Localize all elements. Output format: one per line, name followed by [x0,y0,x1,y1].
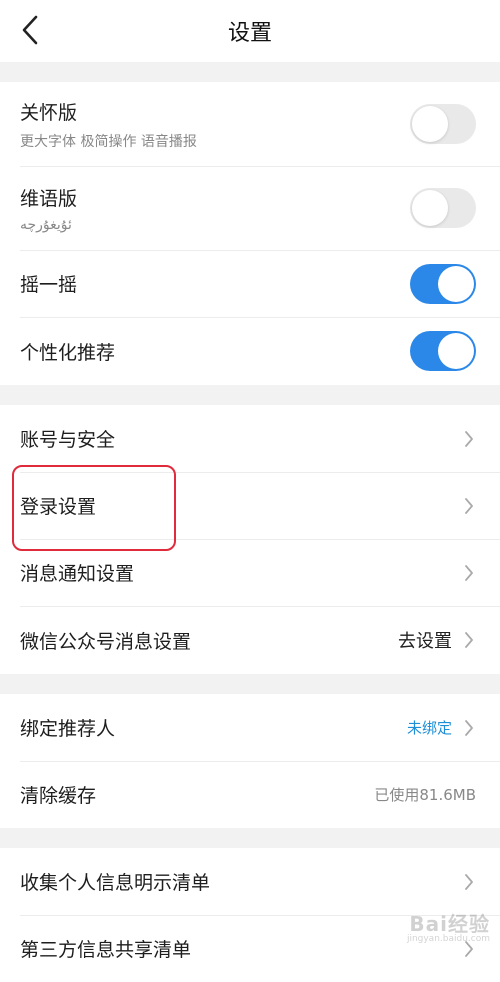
uyghur-mode-label: 维语版 [20,187,78,210]
settings-group-misc: 绑定推荐人 未绑定 清除缓存 已使用81.6MB [0,694,500,828]
row-account-security[interactable]: 账号与安全 [0,405,500,472]
row-notification-settings[interactable]: 消息通知设置 [0,539,500,606]
chevron-right-icon [462,562,476,584]
clear-cache-label: 清除缓存 [20,785,97,807]
shake-label: 摇一摇 [20,274,78,296]
uyghur-mode-toggle[interactable] [410,188,476,228]
row-bind-referrer[interactable]: 绑定推荐人 未绑定 [0,694,500,761]
personalized-label: 个性化推荐 [20,341,116,364]
bind-referrer-status: 未绑定 [406,719,452,737]
row-third-party-list[interactable]: 第三方信息共享清单 [0,915,500,982]
care-mode-label: 关怀版 [20,101,78,124]
settings-group-display: 关怀版 更大字体 极简操作 语音播报 维语版 ئۇيغۇرچە 摇一摇 个性化推… [0,82,500,385]
row-shake: 摇一摇 [0,250,500,317]
uyghur-mode-desc: ئۇيغۇرچە [20,216,72,233]
chevron-right-icon [462,629,476,651]
personal-info-list-label: 收集个人信息明示清单 [20,872,211,894]
row-login-settings[interactable]: 登录设置 [0,472,500,539]
shake-toggle[interactable] [410,263,476,304]
chevron-right-icon [462,938,476,960]
settings-group-account: 账号与安全 登录设置 消息通知设置 微信公众号消息设置 去设置 [0,405,500,674]
care-mode-desc: 更大字体 极简操作 语音播报 [20,133,197,150]
row-care-mode: 关怀版 更大字体 极简操作 语音播报 [0,82,500,166]
page-title: 设置 [227,21,272,46]
wechat-settings-label: 微信公众号消息设置 [20,630,192,653]
account-security-label: 账号与安全 [20,429,116,451]
chevron-right-icon [462,495,476,517]
back-button[interactable] [12,12,48,48]
bind-referrer-label: 绑定推荐人 [20,718,116,740]
login-settings-label: 登录设置 [20,496,97,518]
third-party-list-label: 第三方信息共享清单 [20,939,192,961]
personalized-toggle[interactable] [410,331,476,371]
row-uyghur-mode: 维语版 ئۇيغۇرچە [0,166,500,250]
chevron-right-icon [462,717,476,739]
top-bar: 设置 [0,0,500,62]
chevron-right-icon [462,428,476,450]
cache-size-value: 已使用81.6MB [374,786,476,804]
chevron-left-icon [22,15,38,45]
wechat-settings-value: 去设置 [398,631,452,652]
row-wechat-settings[interactable]: 微信公众号消息设置 去设置 [0,606,500,674]
notification-settings-label: 消息通知设置 [20,563,135,585]
chevron-right-icon [462,871,476,893]
settings-group-privacy: 收集个人信息明示清单 第三方信息共享清单 [0,848,500,982]
care-mode-toggle[interactable] [410,104,476,144]
row-clear-cache[interactable]: 清除缓存 已使用81.6MB [0,761,500,828]
row-personal-info-list[interactable]: 收集个人信息明示清单 [0,848,500,915]
row-personalized: 个性化推荐 [0,317,500,385]
